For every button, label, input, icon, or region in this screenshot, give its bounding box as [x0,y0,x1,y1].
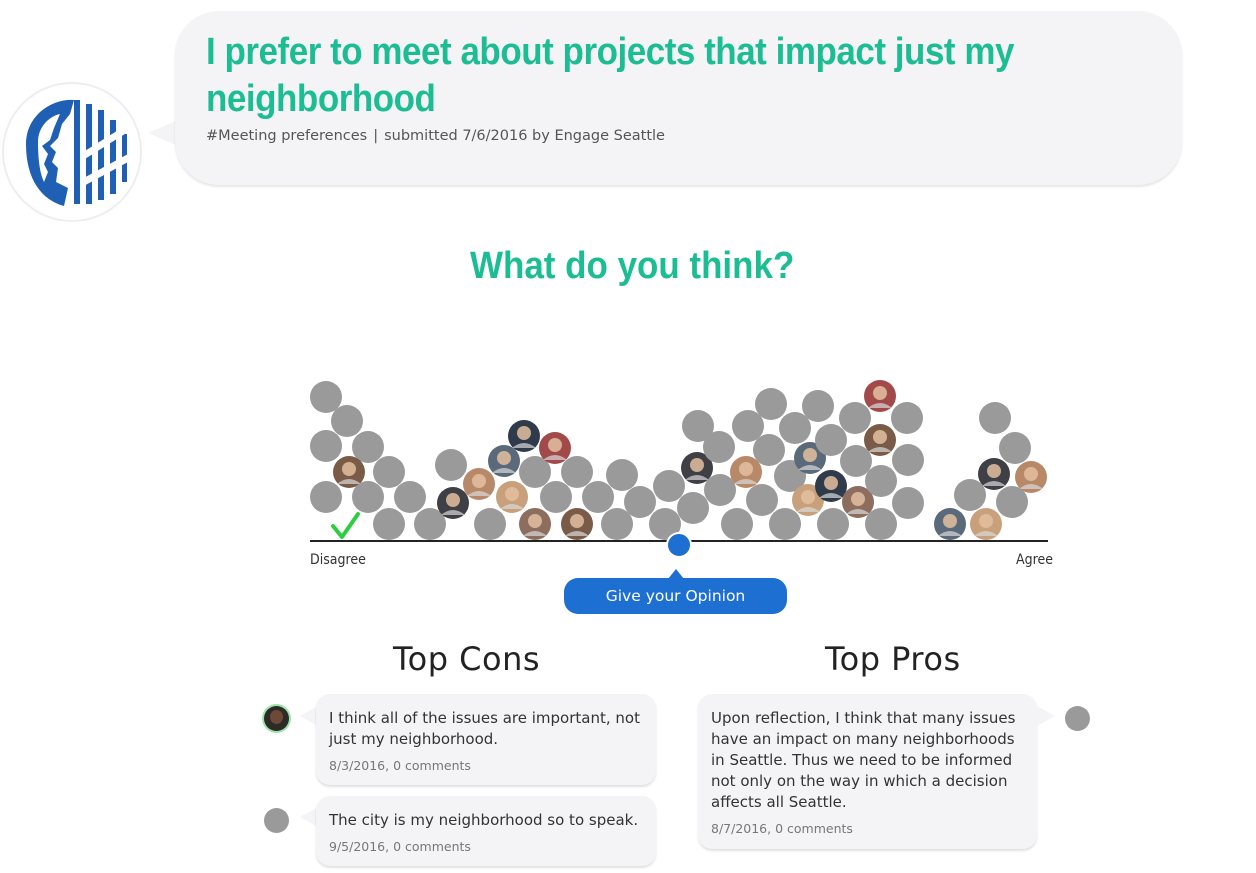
participant-dot [606,459,638,491]
participant-dot [721,508,753,540]
con-date[interactable]: 9/5/2016, 0 comments [329,839,643,854]
participant-dot [373,508,405,540]
avatar-face [824,476,838,490]
participant-dot [474,508,506,540]
participant-dot [561,456,593,488]
participant-dot [839,402,871,434]
avatar-face [987,464,1001,478]
participant-dot [310,481,342,513]
avatar-face [979,514,993,528]
participant-dot [892,444,924,476]
avatar-face [446,493,460,507]
con-author-avatar[interactable] [264,706,289,731]
avatar-face [517,426,531,440]
participant-dot [817,508,849,540]
participant-dot [582,481,614,513]
participant-dot [815,424,847,456]
participant-dot [653,470,685,502]
card-tail [1037,706,1055,726]
pro-text: Upon reflection, I think that many issue… [711,709,1016,811]
con-date[interactable]: 8/3/2016, 0 comments [329,758,643,773]
give-opinion-button[interactable]: Give your Opinion [564,569,787,614]
participant-dot [999,432,1031,464]
con-author-avatar[interactable] [264,808,289,833]
con-card[interactable]: I think all of the issues are important,… [316,694,656,785]
avatar-face [497,451,511,465]
con-text: I think all of the issues are important,… [329,709,640,748]
pro-author-avatar[interactable] [1065,706,1090,731]
participant-dot [677,492,709,524]
avatar-face [342,462,356,476]
participant-dot [954,479,986,511]
avatar-face [690,458,704,472]
participant-dot [331,405,363,437]
avatar-face [505,487,519,501]
avatar-face [548,438,562,452]
avatar-face [873,430,887,444]
avatar-face [472,474,486,488]
checkmark-icon [331,512,360,539]
participant-dot [753,434,785,466]
participant-dot [435,449,467,481]
opinion-slider-handle[interactable] [666,532,692,558]
pro-date[interactable]: 8/7/2016, 0 comments [711,821,1024,836]
avatar-face [943,514,957,528]
participant-dot [840,445,872,477]
avatar-face [803,448,817,462]
top-pros-title: Top Pros [825,640,961,678]
avatar-face [801,490,815,504]
participant-dot [540,481,572,513]
participant-dot [373,456,405,488]
avatar-face [851,492,865,506]
participant-dot [769,508,801,540]
con-text: The city is my neighborhood so to speak. [329,811,639,829]
participant-dot [891,402,923,434]
avatar-face [739,462,753,476]
participant-dot [746,484,778,516]
participant-dot [310,381,342,413]
pro-card[interactable]: Upon reflection, I think that many issue… [698,694,1037,849]
avatar-face [528,514,542,528]
participant-dot [624,486,656,518]
participant-dot [755,388,787,420]
participant-dot [865,465,897,497]
avatar-face [1024,467,1038,481]
participant-dot [352,481,384,513]
avatar-face [873,386,887,400]
agree-label: Agree [1016,552,1053,568]
participant-dot [703,431,735,463]
participant-dot [310,430,342,462]
participant-dot [865,508,897,540]
participant-dot [996,486,1028,518]
participant-dot [802,390,834,422]
participant-dot [704,474,736,506]
top-cons-title: Top Cons [393,640,541,678]
participant-dot [394,481,426,513]
disagree-label: Disagree [310,552,366,568]
con-card[interactable]: The city is my neighborhood so to speak.… [316,796,656,866]
participant-dot [979,402,1011,434]
participant-dot [892,487,924,519]
avatar-face [570,514,584,528]
